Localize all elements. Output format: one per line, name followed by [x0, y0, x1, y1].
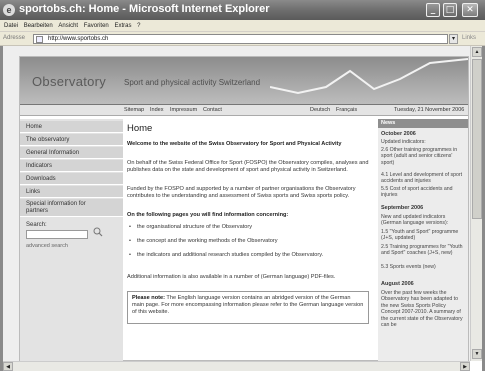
sidebar-item-links[interactable]: Links — [20, 186, 123, 198]
sidebar: Home The observatory General Information… — [20, 119, 123, 361]
menu-bar: Datei Bearbeiten Ansicht Favoriten Extra… — [0, 20, 485, 32]
sidebar-item-general-information[interactable]: General Information — [20, 147, 123, 159]
list-item[interactable]: the organisational structure of the Obse… — [129, 224, 359, 231]
address-input[interactable]: http://www.sportobs.ch — [33, 34, 448, 44]
menu-help[interactable]: ? — [137, 20, 140, 32]
news-panel: News October 2006 Updated indicators: 2.… — [378, 119, 468, 361]
news-heading: News — [378, 119, 468, 128]
news-september-intro: New and updated indicators (German langu… — [381, 214, 449, 227]
news-link[interactable]: 2.6 Other training programmes in sport (… — [381, 147, 465, 166]
news-date-august: August 2006 — [381, 281, 414, 287]
list-item[interactable]: the concept and the working methods of t… — [129, 238, 359, 245]
note-label: Please note: — [132, 295, 165, 301]
address-bar: Adresse http://www.sportobs.ch ▾ Links — [0, 32, 485, 46]
sidebar-item-partners[interactable]: Special information for partners — [20, 199, 123, 217]
sidebar-item-observatory[interactable]: The observatory — [20, 134, 123, 146]
page-viewport: Observatory Sport and physical activity … — [3, 46, 470, 361]
news-link[interactable]: 5.5 Cost of sport accidents and injuries — [381, 186, 465, 199]
menu-favoriten[interactable]: Favoriten — [84, 20, 109, 32]
close-button[interactable]: ✕ — [462, 3, 478, 17]
address-label: Adresse — [3, 35, 26, 41]
menu-bearbeiten[interactable]: Bearbeiten — [24, 20, 53, 32]
additional-info-paragraph: Additional information is also available… — [127, 274, 336, 280]
nav-deutsch-link[interactable]: Deutsch — [310, 107, 330, 113]
intro-paragraph: On behalf of the Swiss Federal Office fo… — [127, 160, 369, 173]
menu-extras[interactable]: Extras — [114, 20, 131, 32]
nav-index-link[interactable]: Index — [150, 107, 163, 113]
maximize-button[interactable]: □ — [443, 3, 457, 17]
internet-explorer-icon: e — [3, 4, 15, 16]
nav-francais-link[interactable]: Français — [336, 107, 357, 113]
address-url: http://www.sportobs.ch — [48, 36, 109, 42]
nav-sitemap-link[interactable]: Sitemap — [124, 107, 144, 113]
links-label[interactable]: Links — [462, 35, 476, 41]
news-august-text: Over the past few weeks the Observatory … — [381, 290, 463, 329]
news-october-intro: Updated indicators: — [381, 139, 426, 145]
welcome-heading: Welcome to the website of the Swiss Obse… — [127, 141, 342, 147]
vertical-scroll-thumb[interactable] — [472, 59, 482, 219]
news-link[interactable]: 2.5 Training programmes for "Youth and S… — [381, 244, 465, 257]
top-navigation: Sitemap Index Impressum Contact Deutsch … — [20, 104, 468, 116]
note-text: The English language version contains an… — [132, 295, 364, 315]
main-content: Home Welcome to the website of the Swiss… — [126, 119, 371, 361]
page-icon — [36, 36, 43, 43]
news-link[interactable]: 4.1 Level and development of sport accid… — [381, 172, 465, 185]
sidebar-item-home[interactable]: Home — [20, 121, 123, 133]
sidebar-item-indicators[interactable]: Indicators — [20, 160, 123, 172]
site-tagline: Sport and physical activity Switzerland — [124, 78, 261, 87]
scroll-left-button[interactable]: ◀ — [3, 362, 13, 371]
news-link[interactable]: 1.5 "Youth and Sport" programme (J+S, up… — [381, 229, 465, 242]
site-banner: Observatory Sport and physical activity … — [20, 57, 468, 104]
search-icon[interactable] — [93, 227, 103, 237]
page-title: Home — [127, 123, 153, 134]
scroll-right-button[interactable]: ▶ — [460, 362, 470, 371]
search-input[interactable] — [26, 230, 88, 239]
nav-impressum-link[interactable]: Impressum — [170, 107, 197, 113]
menu-ansicht[interactable]: Ansicht — [58, 20, 78, 32]
site-logo[interactable]: Observatory — [32, 74, 106, 89]
minimize-button[interactable]: _ — [426, 3, 440, 17]
nav-contact-link[interactable]: Contact — [203, 107, 222, 113]
following-pages-heading: On the following pages you will find inf… — [127, 212, 289, 218]
news-date-october: October 2006 — [381, 131, 416, 137]
horizontal-scrollbar[interactable]: ◀ ▶ — [3, 361, 470, 371]
scroll-up-button[interactable]: ▲ — [472, 47, 482, 57]
menu-datei[interactable]: Datei — [4, 20, 18, 32]
title-bar: e sportobs.ch: Home - Microsoft Internet… — [0, 0, 485, 20]
address-dropdown-button[interactable]: ▾ — [449, 34, 458, 44]
scroll-down-button[interactable]: ▼ — [472, 349, 482, 359]
note-box: Please note: The English language versio… — [127, 291, 369, 324]
activity-curve-graphic — [270, 58, 468, 95]
funding-paragraph: Funded by the FOSPO and supported by a n… — [127, 186, 356, 199]
website: Observatory Sport and physical activity … — [19, 56, 469, 361]
news-link[interactable]: 5.3 Sports events (new) — [381, 264, 465, 270]
search-label: Search: — [26, 222, 47, 228]
news-date-september: September 2006 — [381, 205, 424, 211]
list-item[interactable]: the indicators and additional research s… — [129, 252, 359, 259]
sidebar-item-downloads[interactable]: Downloads — [20, 173, 123, 185]
window-title: sportobs.ch: Home - Microsoft Internet E… — [19, 3, 270, 15]
vertical-scrollbar[interactable]: ▲ ▼ — [470, 46, 482, 361]
advanced-search-link[interactable]: advanced search — [26, 243, 68, 249]
current-date: Tuesday, 21 November 2006 — [394, 107, 465, 113]
